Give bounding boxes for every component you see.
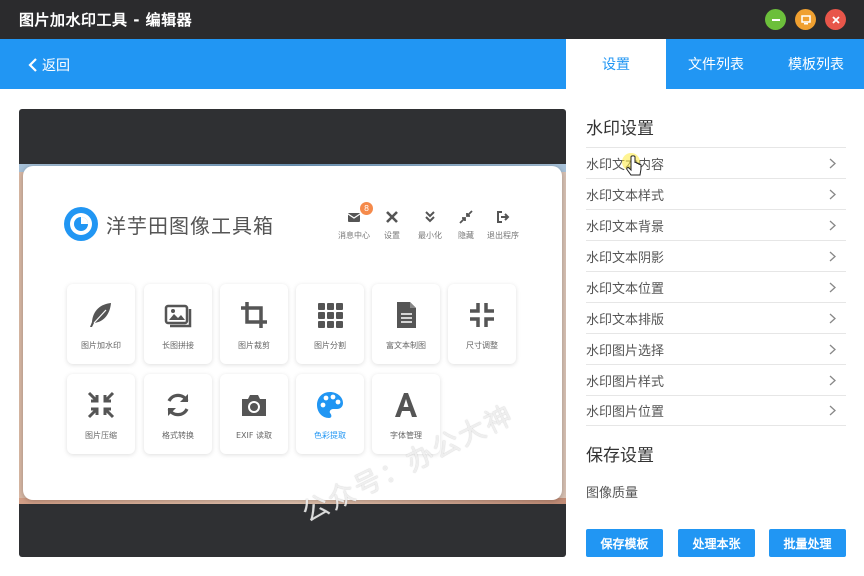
menu-text-position[interactable]: 水印文本位置 — [586, 271, 846, 302]
minimize-button[interactable] — [765, 9, 786, 30]
settings-panel: 水印设置 水印文本内容 水印文本样式 水印文本背景 水印文本阴影 水印文本位置 … — [566, 89, 864, 576]
menu-text-background[interactable]: 水印文本背景 — [586, 209, 846, 240]
window-title: 图片加水印工具 - 编辑器 — [19, 11, 193, 29]
menu-item-label: 水印文本阴影 — [586, 250, 665, 266]
image-preview[interactable]: 洋芋田图像工具箱 8 消息中心 设置 最小化 隐藏 退出程序 图片加水印 长图拼… — [19, 109, 566, 557]
chevron-right-icon — [829, 282, 836, 292]
document-icon — [397, 302, 416, 328]
title-bar: 图片加水印工具 - 编辑器 — [0, 0, 864, 39]
tool-split-label: 图片分割 — [314, 341, 346, 350]
compress-icon — [470, 303, 494, 327]
menu-image-select[interactable]: 水印图片选择 — [586, 333, 846, 364]
chevron-right-icon — [829, 375, 836, 385]
chevron-left-icon — [28, 58, 37, 72]
tool-exif-label: EXIF 读取 — [235, 431, 273, 440]
chevron-right-icon — [829, 344, 836, 354]
app-screenshot-card: 洋芋田图像工具箱 8 消息中心 设置 最小化 隐藏 退出程序 图片加水印 长图拼… — [23, 166, 562, 500]
tab-file-list[interactable]: 文件列表 — [666, 39, 766, 89]
process-current-button[interactable]: 处理本张 — [678, 529, 755, 557]
menu-text-layout[interactable]: 水印文本排版 — [586, 302, 846, 333]
menu-item-label: 水印图片位置 — [586, 405, 665, 420]
chevron-right-icon — [829, 313, 836, 323]
tool-watermark-label: 图片加水印 — [81, 341, 121, 350]
exit-icon — [497, 211, 510, 223]
menu-item-label: 水印图片选择 — [586, 343, 665, 359]
exit-shortcut-label: 退出程序 — [487, 231, 519, 240]
app-logo-icon — [64, 207, 98, 241]
crop-icon — [241, 302, 267, 328]
menu-item-label: 水印文本位置 — [586, 281, 665, 297]
menu-text-shadow[interactable]: 水印文本阴影 — [586, 240, 846, 271]
app-window: 图片加水印工具 - 编辑器 返回 设置 文件列表 模板列表 洋芋田图像工具箱 8… — [0, 0, 864, 576]
save-template-button[interactable]: 保存模板 — [586, 529, 663, 557]
collapse-arrows-icon — [459, 210, 473, 224]
batch-process-button[interactable]: 批量处理 — [769, 529, 846, 557]
palette-icon — [317, 392, 343, 418]
tool-split: 图片分割 — [296, 284, 364, 364]
tools-icon — [386, 211, 398, 223]
tool-richtext: 富文本制图 — [372, 284, 440, 364]
tool-exif: EXIF 读取 — [220, 374, 288, 454]
back-button[interactable]: 返回 — [28, 55, 70, 75]
menu-image-position[interactable]: 水印图片位置 — [586, 395, 846, 426]
tool-crop: 图片裁剪 — [220, 284, 288, 364]
chevron-right-icon — [829, 220, 836, 230]
tool-resize-label: 尺寸调整 — [466, 341, 498, 350]
tool-resize: 尺寸调整 — [448, 284, 516, 364]
tab-template-list[interactable]: 模板列表 — [766, 39, 864, 89]
tool-crop-label: 图片裁剪 — [238, 341, 270, 350]
tool-watermark: 图片加水印 — [67, 284, 135, 364]
menu-item-label: 水印文本背景 — [586, 219, 665, 235]
refresh-icon — [167, 393, 189, 417]
top-nav: 返回 设置 文件列表 模板列表 — [0, 39, 864, 89]
chevron-right-icon — [829, 405, 836, 416]
tool-convert: 格式转换 — [144, 374, 212, 454]
tool-color-pick-label: 色彩提取 — [314, 431, 346, 440]
close-button[interactable] — [825, 9, 846, 30]
tool-color-pick: 色彩提取 — [296, 374, 364, 454]
tab-settings[interactable]: 设置 — [566, 39, 666, 89]
back-label: 返回 — [42, 58, 70, 74]
shrink-icon — [87, 391, 115, 419]
camera-icon — [242, 395, 266, 416]
close-icon — [831, 15, 840, 24]
chevron-right-icon — [829, 251, 836, 261]
tool-compress: 图片压缩 — [67, 374, 135, 454]
menu-item-label: 水印图片样式 — [586, 374, 665, 390]
chevron-right-icon — [829, 189, 836, 199]
tool-richtext-label: 富文本制图 — [386, 341, 426, 350]
menu-item-label: 水印文本排版 — [586, 312, 665, 328]
save-settings-title: 保存设置 — [586, 446, 654, 466]
card-title: 洋芋田图像工具箱 — [106, 214, 274, 238]
tool-compress-label: 图片压缩 — [85, 431, 117, 440]
mail-icon — [347, 213, 361, 222]
restore-button[interactable] — [795, 9, 816, 30]
monitor-icon — [800, 14, 811, 24]
tool-long-stitch: 长图拼接 — [144, 284, 212, 364]
tool-long-stitch-label: 长图拼接 — [162, 341, 194, 350]
chevrons-down-icon — [425, 211, 435, 223]
minus-icon — [771, 18, 780, 21]
menu-image-style[interactable]: 水印图片样式 — [586, 364, 846, 395]
exit-shortcut: 退出程序 — [478, 210, 528, 241]
watermark-settings-title: 水印设置 — [586, 119, 654, 139]
hand-cursor-icon — [622, 153, 642, 176]
tool-convert-label: 格式转换 — [162, 431, 194, 440]
menu-item-label: 水印文本样式 — [586, 188, 665, 204]
font-icon — [395, 393, 417, 417]
images-icon — [164, 304, 192, 328]
feather-icon — [90, 303, 111, 327]
image-quality-label: 图像质量 — [586, 486, 639, 501]
chevron-right-icon — [829, 158, 836, 168]
grid-icon — [318, 303, 343, 328]
